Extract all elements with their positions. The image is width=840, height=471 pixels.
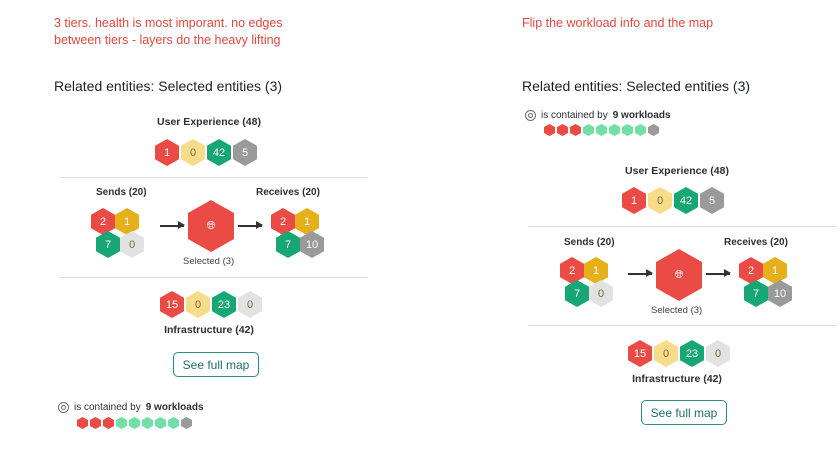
related-entities-heading: Related entities: Selected entities (3) — [522, 78, 751, 94]
receives-title: Receives (20) — [724, 237, 788, 248]
contained-prefix: is contained by — [74, 402, 141, 413]
health-hex[interactable]: 0 — [186, 291, 210, 318]
workload-health-hex — [622, 124, 633, 136]
workload-health-hex — [609, 124, 620, 136]
user-experience-title: User Experience (48) — [625, 165, 729, 177]
contained-count: 9 workloads — [145, 402, 204, 413]
health-hex[interactable]: 23 — [212, 291, 236, 318]
selected-entity-hex[interactable]: 🌐︎ — [656, 249, 702, 301]
tier-divider — [528, 325, 836, 326]
receives-title: Receives (20) — [256, 187, 320, 198]
contained-count: 9 workloads — [612, 110, 671, 121]
health-hex[interactable]: 0 — [181, 139, 205, 166]
workload-health-hex — [90, 417, 101, 429]
workload-health-hex — [570, 124, 581, 136]
design-note-line2: between tiers - layers do the heavy lift… — [54, 33, 281, 47]
workload-health-hex — [596, 124, 607, 136]
globe-icon: 🌐︎ — [206, 219, 216, 232]
user-experience-title: User Experience (48) — [157, 116, 261, 128]
arrow-from-selected — [238, 222, 263, 228]
health-hex[interactable]: 10 — [300, 231, 324, 258]
design-note-line1: Flip the workload info and the map — [522, 16, 714, 30]
health-hex[interactable]: 7 — [96, 231, 120, 258]
health-hex[interactable]: 7 — [276, 231, 300, 258]
workload-health-hex — [155, 417, 166, 429]
workload-icon — [525, 110, 536, 121]
workload-health-hex — [142, 417, 153, 429]
health-hex[interactable]: 1 — [295, 208, 319, 235]
health-hex[interactable]: 2 — [91, 208, 115, 235]
contained-prefix: is contained by — [541, 110, 608, 121]
design-note: Flip the workload info and the map — [522, 15, 713, 32]
globe-icon: 🌐︎ — [674, 268, 684, 281]
health-hex[interactable]: 2 — [271, 208, 295, 235]
health-hex[interactable]: 2 — [739, 257, 763, 284]
workload-health-hex — [557, 124, 568, 136]
see-full-map-button[interactable]: See full map — [641, 400, 727, 425]
workload-health-hex — [544, 124, 555, 136]
health-hex[interactable]: 15 — [628, 340, 652, 367]
health-hex[interactable]: 0 — [648, 187, 672, 214]
design-note: 3 tiers. health is most imporant. no edg… — [54, 15, 283, 49]
workload-health-strip — [77, 417, 192, 429]
health-hex[interactable]: 5 — [233, 139, 257, 166]
contained-by[interactable]: is contained by 9 workloads — [525, 110, 671, 121]
health-hex[interactable]: 1 — [155, 139, 179, 166]
health-hex[interactable]: 7 — [565, 280, 589, 307]
health-hex[interactable]: 23 — [680, 340, 704, 367]
health-hex[interactable]: 7 — [744, 280, 768, 307]
health-hex[interactable]: 10 — [768, 280, 792, 307]
arrow-from-selected — [706, 270, 731, 276]
workload-health-hex — [168, 417, 179, 429]
design-note-line1: 3 tiers. health is most imporant. no edg… — [54, 16, 283, 30]
workload-health-strip — [544, 124, 659, 136]
selected-label: Selected (3) — [651, 305, 703, 316]
health-hex[interactable]: 5 — [700, 187, 724, 214]
workload-health-hex — [103, 417, 114, 429]
health-hex[interactable]: 0 — [654, 340, 678, 367]
sends-title: Sends (20) — [564, 237, 615, 248]
health-hex[interactable]: 1 — [115, 208, 139, 235]
health-hex[interactable]: 15 — [160, 291, 184, 318]
health-hex[interactable]: 2 — [560, 257, 584, 284]
tier-divider — [60, 277, 368, 278]
health-hex[interactable]: 42 — [207, 139, 231, 166]
arrow-to-selected — [160, 222, 185, 228]
workload-health-hex — [648, 124, 659, 136]
workload-health-hex — [77, 417, 88, 429]
related-entities-heading: Related entities: Selected entities (3) — [54, 78, 283, 94]
tier-divider — [60, 177, 368, 178]
workload-health-hex — [583, 124, 594, 136]
health-hex[interactable]: 1 — [622, 187, 646, 214]
workload-health-hex — [181, 417, 192, 429]
contained-by[interactable]: is contained by 9 workloads — [58, 402, 204, 413]
sends-title: Sends (20) — [96, 187, 147, 198]
workload-health-hex — [116, 417, 127, 429]
workload-health-hex — [129, 417, 140, 429]
infrastructure-title: Infrastructure (42) — [632, 373, 722, 385]
health-hex[interactable]: 0 — [238, 291, 262, 318]
health-hex[interactable]: 0 — [706, 340, 730, 367]
health-hex[interactable]: 0 — [120, 231, 144, 258]
health-hex[interactable]: 42 — [674, 187, 698, 214]
health-hex[interactable]: 0 — [589, 280, 613, 307]
workload-health-hex — [635, 124, 646, 136]
infrastructure-title: Infrastructure (42) — [164, 324, 254, 336]
see-full-map-button[interactable]: See full map — [173, 352, 259, 377]
arrow-to-selected — [628, 270, 653, 276]
selected-label: Selected (3) — [183, 256, 235, 267]
tier-divider — [528, 226, 836, 227]
health-hex[interactable]: 1 — [763, 257, 787, 284]
workload-icon — [58, 402, 69, 413]
health-hex[interactable]: 1 — [584, 257, 608, 284]
selected-entity-hex[interactable]: 🌐︎ — [188, 200, 234, 252]
